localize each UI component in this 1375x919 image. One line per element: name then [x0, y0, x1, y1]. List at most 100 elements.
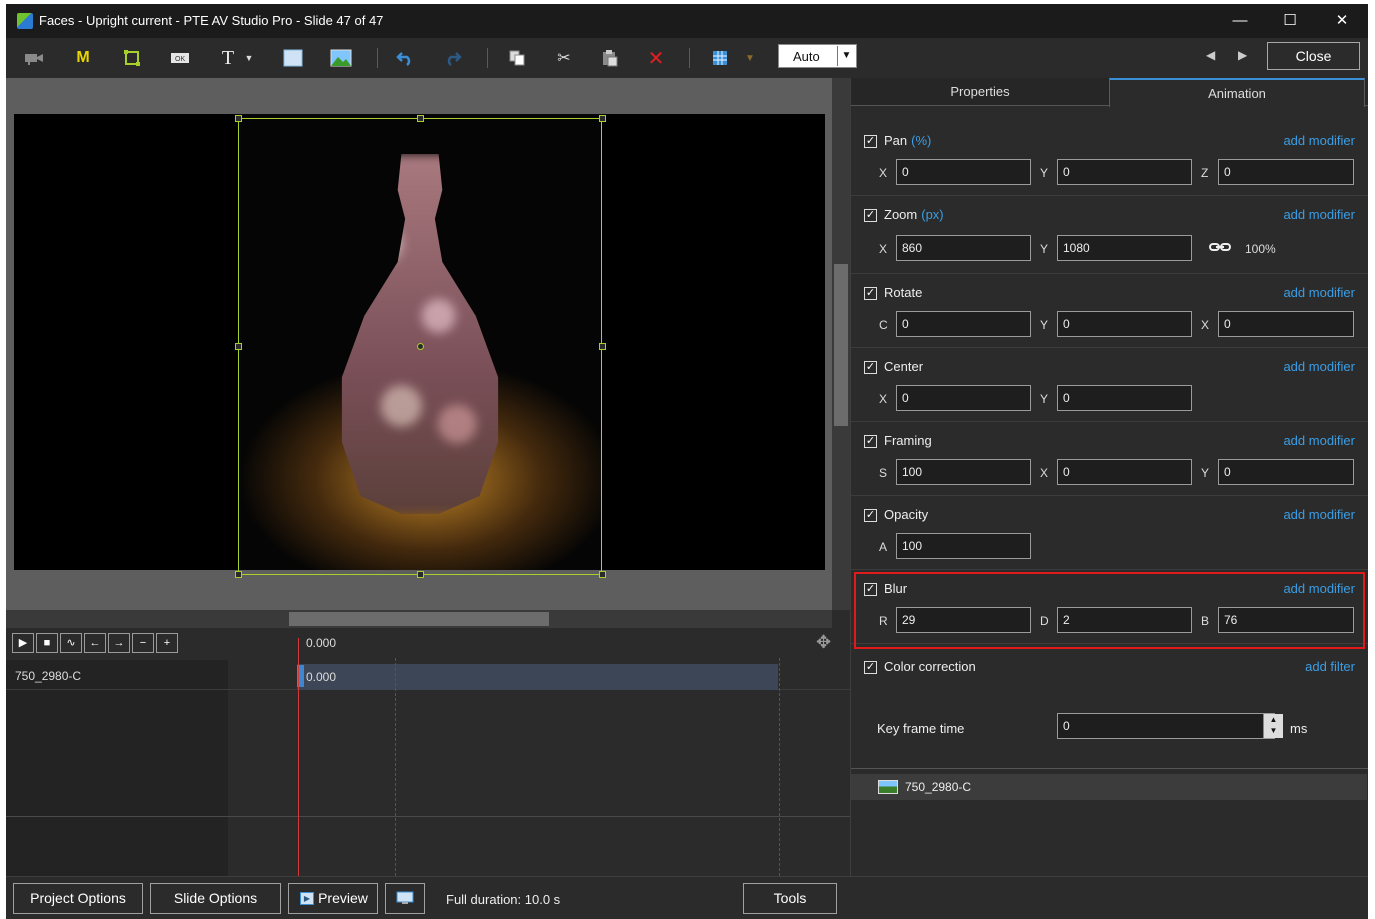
- framing-add-modifier-link[interactable]: add modifier: [1283, 433, 1355, 448]
- pan-z-input[interactable]: 0: [1218, 159, 1354, 185]
- main-menu-button[interactable]: M: [69, 44, 97, 72]
- close-button[interactable]: Close: [1267, 42, 1360, 70]
- vertical-scroll-thumb[interactable]: [834, 264, 848, 426]
- redo-icon[interactable]: [439, 44, 467, 72]
- center-section: ✓ Center add modifier X 0 Y 0: [851, 348, 1368, 422]
- add-filter-link[interactable]: add filter: [1305, 659, 1355, 674]
- opacity-add-modifier-link[interactable]: add modifier: [1283, 507, 1355, 522]
- preview-button[interactable]: ▶ Preview: [288, 883, 378, 914]
- resize-handle-se[interactable]: [599, 571, 606, 578]
- slide-canvas[interactable]: [6, 78, 832, 610]
- project-options-button[interactable]: Project Options: [13, 883, 143, 914]
- resize-handle-e[interactable]: [599, 343, 606, 350]
- zoom-select[interactable]: Auto ▼: [778, 44, 857, 68]
- image-icon[interactable]: [327, 44, 355, 72]
- grid-dropdown-arrow-icon[interactable]: ▼: [742, 44, 758, 72]
- zoom-percent: 100%: [1245, 242, 1276, 256]
- framing-y-input[interactable]: 0: [1218, 459, 1354, 485]
- timeline-controls: ▶ ■ ∿ ← → − +: [12, 633, 180, 653]
- timeline-track-names: [6, 660, 228, 876]
- move-icon[interactable]: ✥: [816, 632, 831, 653]
- framing-s-input[interactable]: 100: [896, 459, 1031, 485]
- selection-frame[interactable]: [235, 115, 606, 578]
- window-close-button[interactable]: ✕: [1318, 4, 1366, 38]
- copy-icon[interactable]: [503, 44, 531, 72]
- waveform-icon[interactable]: ∿: [60, 633, 82, 653]
- zoom-title: Zoom (px): [884, 207, 944, 222]
- track-name: 750_2980-C: [15, 669, 82, 683]
- zoom-select-chevron-icon[interactable]: ▼: [837, 46, 855, 66]
- panel-tabs: Properties Animation: [851, 78, 1368, 107]
- center-x-input[interactable]: 0: [896, 385, 1031, 411]
- link-icon[interactable]: [1209, 241, 1231, 256]
- canvas-horizontal-scrollbar[interactable]: [6, 610, 832, 628]
- center-checkbox[interactable]: ✓: [864, 361, 877, 374]
- text-object-button[interactable]: T: [214, 44, 242, 72]
- zoom-checkbox[interactable]: ✓: [864, 209, 877, 222]
- bottom-bar: Project Options Slide Options ▶ Preview …: [6, 876, 1368, 919]
- center-y-input[interactable]: 0: [1057, 385, 1192, 411]
- rotate-add-modifier-link[interactable]: add modifier: [1283, 285, 1355, 300]
- resize-handle-s[interactable]: [417, 571, 424, 578]
- cut-icon[interactable]: ✂: [550, 44, 578, 72]
- canvas-vertical-scrollbar[interactable]: [832, 78, 850, 610]
- next-slide-icon[interactable]: ▶: [1238, 48, 1247, 62]
- framing-x-input[interactable]: 0: [1057, 459, 1192, 485]
- button-object-icon[interactable]: OK: [166, 44, 194, 72]
- pan-section: ✓ Pan (%) add modifier X 0 Y 0 Z 0: [851, 122, 1368, 196]
- tab-properties[interactable]: Properties: [851, 78, 1109, 106]
- slide-options-button[interactable]: Slide Options: [150, 883, 281, 914]
- delete-icon[interactable]: ✕: [642, 44, 670, 72]
- zoom-out-icon[interactable]: −: [132, 633, 154, 653]
- opacity-a-input[interactable]: 100: [896, 533, 1031, 559]
- screen-icon[interactable]: [385, 883, 425, 914]
- preview-label: Preview: [318, 890, 368, 906]
- pan-checkbox[interactable]: ✓: [864, 135, 877, 148]
- maximize-button[interactable]: ☐: [1266, 4, 1314, 38]
- stop-icon[interactable]: ■: [36, 633, 58, 653]
- grid-icon[interactable]: [706, 44, 734, 72]
- play-icon[interactable]: ▶: [12, 633, 34, 653]
- tab-animation[interactable]: Animation: [1109, 78, 1365, 107]
- rotate-y-input[interactable]: 0: [1057, 311, 1192, 337]
- video-camera-icon[interactable]: [20, 44, 48, 72]
- rotate-checkbox[interactable]: ✓: [864, 287, 877, 300]
- pan-y-input[interactable]: 0: [1057, 159, 1192, 185]
- text-dropdown-arrow-icon[interactable]: ▼: [242, 44, 256, 72]
- rotate-x-input[interactable]: 0: [1218, 311, 1354, 337]
- step-forward-icon[interactable]: →: [108, 633, 130, 653]
- undo-icon[interactable]: [391, 44, 419, 72]
- center-add-modifier-link[interactable]: add modifier: [1283, 359, 1355, 374]
- rectangle-icon[interactable]: [279, 44, 307, 72]
- previous-slide-icon[interactable]: ◀: [1206, 48, 1215, 62]
- pan-x-input[interactable]: 0: [896, 159, 1031, 185]
- keyframe-time-spinner[interactable]: ▲ ▼: [1263, 714, 1283, 738]
- zoom-y-input[interactable]: 1080: [1057, 235, 1192, 261]
- center-title: Center: [884, 359, 924, 374]
- resize-handle-nw[interactable]: [235, 115, 242, 122]
- horizontal-scroll-thumb[interactable]: [289, 612, 549, 626]
- resize-handle-ne[interactable]: [599, 115, 606, 122]
- resize-handle-n[interactable]: [417, 115, 424, 122]
- pan-add-modifier-link[interactable]: add modifier: [1283, 133, 1355, 148]
- rotate-c-input[interactable]: 0: [896, 311, 1031, 337]
- zoom-add-modifier-link[interactable]: add modifier: [1283, 207, 1355, 222]
- zoom-in-icon[interactable]: +: [156, 633, 178, 653]
- tools-button[interactable]: Tools: [743, 883, 837, 914]
- step-back-icon[interactable]: ←: [84, 633, 106, 653]
- resize-handle-sw[interactable]: [235, 571, 242, 578]
- object-list-item[interactable]: 750_2980-C: [851, 774, 1367, 800]
- paste-icon[interactable]: [596, 44, 624, 72]
- frame-icon[interactable]: [118, 44, 146, 72]
- keyframe-time-input[interactable]: 0: [1057, 713, 1275, 739]
- keyframe-time-label: Key frame time: [877, 721, 965, 736]
- center-handle[interactable]: [417, 343, 424, 350]
- color-correction-checkbox[interactable]: ✓: [864, 661, 877, 674]
- zoom-x-input[interactable]: 860: [896, 235, 1031, 261]
- playhead[interactable]: [298, 638, 299, 876]
- opacity-checkbox[interactable]: ✓: [864, 509, 877, 522]
- resize-handle-w[interactable]: [235, 343, 242, 350]
- track-bar[interactable]: 0.000: [297, 664, 778, 690]
- framing-checkbox[interactable]: ✓: [864, 435, 877, 448]
- minimize-button[interactable]: —: [1216, 4, 1264, 38]
